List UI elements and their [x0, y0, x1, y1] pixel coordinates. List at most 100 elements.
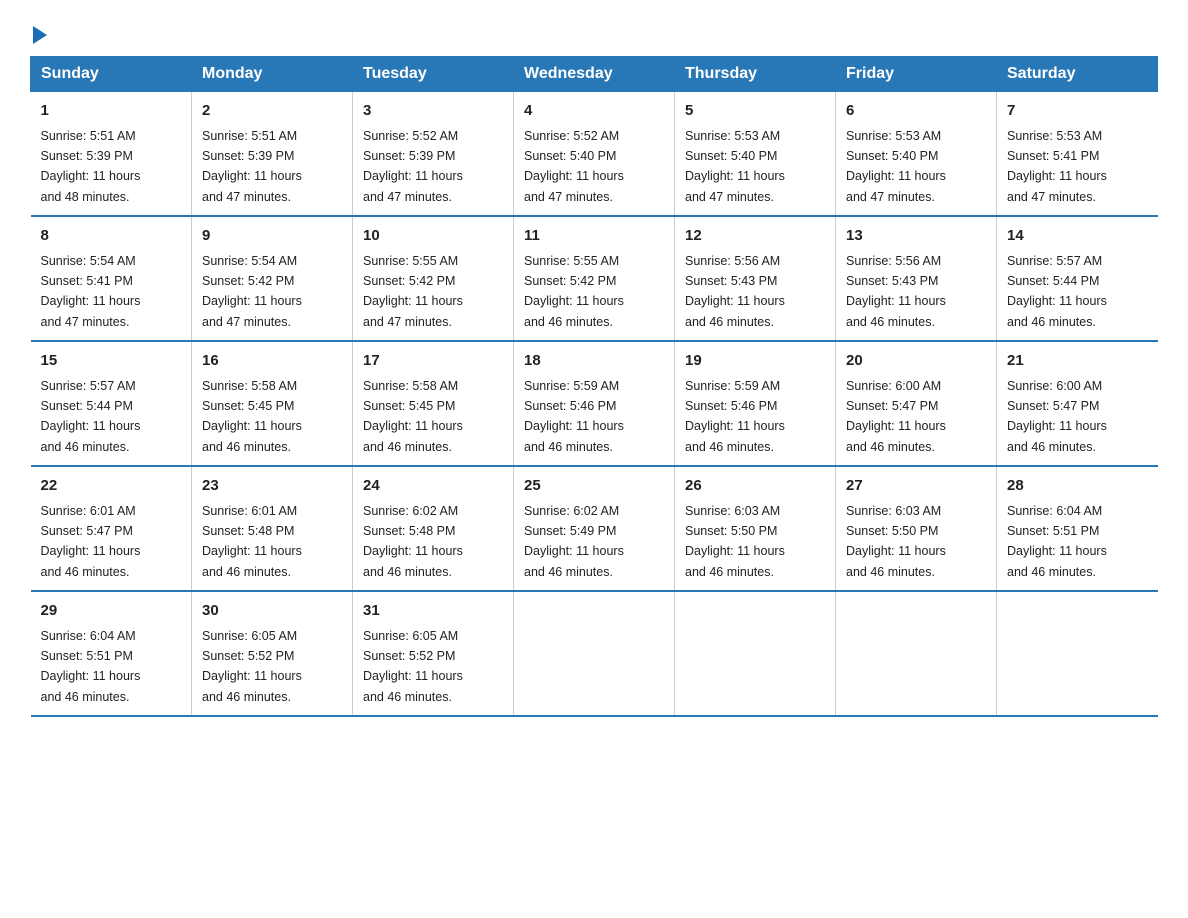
- calendar-cell: 16Sunrise: 5:58 AMSunset: 5:45 PMDayligh…: [192, 341, 353, 466]
- calendar-cell: 5Sunrise: 5:53 AMSunset: 5:40 PMDaylight…: [675, 92, 836, 217]
- daylight-cont-text: and 46 minutes.: [202, 440, 291, 454]
- sunrise-text: Sunrise: 6:01 AM: [41, 504, 136, 518]
- sunrise-text: Sunrise: 6:00 AM: [846, 379, 941, 393]
- sunset-text: Sunset: 5:42 PM: [363, 274, 455, 288]
- day-info: Sunrise: 5:59 AMSunset: 5:46 PMDaylight:…: [524, 379, 624, 454]
- daylight-cont-text: and 46 minutes.: [363, 565, 452, 579]
- day-number: 12: [685, 225, 825, 248]
- sunrise-text: Sunrise: 5:53 AM: [846, 129, 941, 143]
- day-number: 4: [524, 100, 664, 123]
- daylight-text: Daylight: 11 hours: [1007, 294, 1107, 308]
- daylight-cont-text: and 47 minutes.: [363, 315, 452, 329]
- day-number: 15: [41, 350, 182, 373]
- col-header-sunday: Sunday: [31, 57, 192, 92]
- sunset-text: Sunset: 5:44 PM: [1007, 274, 1099, 288]
- calendar-week-row: 15Sunrise: 5:57 AMSunset: 5:44 PMDayligh…: [31, 341, 1158, 466]
- calendar-cell: 21Sunrise: 6:00 AMSunset: 5:47 PMDayligh…: [997, 341, 1158, 466]
- day-info: Sunrise: 5:54 AMSunset: 5:41 PMDaylight:…: [41, 254, 141, 329]
- day-number: 22: [41, 475, 182, 498]
- sunset-text: Sunset: 5:46 PM: [685, 399, 777, 413]
- daylight-text: Daylight: 11 hours: [363, 419, 463, 433]
- logo: [30, 26, 47, 46]
- day-info: Sunrise: 5:52 AMSunset: 5:40 PMDaylight:…: [524, 129, 624, 204]
- day-number: 8: [41, 225, 182, 248]
- daylight-cont-text: and 46 minutes.: [202, 565, 291, 579]
- sunset-text: Sunset: 5:41 PM: [41, 274, 133, 288]
- calendar-cell: 12 Sunrise: 5:56 AMSunset: 5:43 PMDayligh…: [675, 216, 836, 341]
- calendar-cell: 30Sunrise: 6:05 AMSunset: 5:52 PMDayligh…: [192, 591, 353, 716]
- day-info: Sunrise: 6:02 AMSunset: 5:48 PMDaylight:…: [363, 504, 463, 579]
- day-info: Sunrise: 6:04 AMSunset: 5:51 PMDaylight:…: [1007, 504, 1107, 579]
- sunset-text: Sunset: 5:47 PM: [1007, 399, 1099, 413]
- daylight-text: Daylight: 11 hours: [41, 669, 141, 683]
- daylight-text: Daylight: 11 hours: [685, 419, 785, 433]
- daylight-cont-text: and 46 minutes.: [41, 440, 130, 454]
- sunrise-text: Sunrise: 5:55 AM: [363, 254, 458, 268]
- day-number: 26: [685, 475, 825, 498]
- page-header: [30, 20, 1158, 46]
- sunrise-text: Sunrise: 6:02 AM: [363, 504, 458, 518]
- daylight-cont-text: and 47 minutes.: [1007, 190, 1096, 204]
- daylight-text: Daylight: 11 hours: [202, 169, 302, 183]
- day-number: 10: [363, 225, 503, 248]
- calendar-cell: 26Sunrise: 6:03 AMSunset: 5:50 PMDayligh…: [675, 466, 836, 591]
- daylight-cont-text: and 47 minutes.: [685, 190, 774, 204]
- day-info: Sunrise: 5:53 AMSunset: 5:40 PMDaylight:…: [685, 129, 785, 204]
- calendar-cell: 28 Sunrise: 6:04 AMSunset: 5:51 PMDayligh…: [997, 466, 1158, 591]
- sunrise-text: Sunrise: 6:00 AM: [1007, 379, 1102, 393]
- calendar-week-row: 1Sunrise: 5:51 AMSunset: 5:39 PMDaylight…: [31, 92, 1158, 217]
- daylight-text: Daylight: 11 hours: [524, 294, 624, 308]
- day-number: 27: [846, 475, 986, 498]
- daylight-cont-text: and 46 minutes.: [41, 690, 130, 704]
- daylight-text: Daylight: 11 hours: [202, 294, 302, 308]
- daylight-text: Daylight: 11 hours: [202, 544, 302, 558]
- day-info: Sunrise: 5:56 AMSunset: 5:43 PMDaylight:…: [846, 254, 946, 329]
- sunset-text: Sunset: 5:41 PM: [1007, 149, 1099, 163]
- calendar-cell: 14Sunrise: 5:57 AMSunset: 5:44 PMDayligh…: [997, 216, 1158, 341]
- sunrise-text: Sunrise: 5:54 AM: [41, 254, 136, 268]
- calendar-cell: 4 Sunrise: 5:52 AMSunset: 5:40 PMDaylight…: [514, 92, 675, 217]
- sunset-text: Sunset: 5:46 PM: [524, 399, 616, 413]
- day-number: 28: [1007, 475, 1148, 498]
- calendar-cell: 8Sunrise: 5:54 AMSunset: 5:41 PMDaylight…: [31, 216, 192, 341]
- day-info: Sunrise: 5:56 AMSunset: 5:43 PMDaylight:…: [685, 254, 785, 329]
- sunset-text: Sunset: 5:47 PM: [846, 399, 938, 413]
- daylight-cont-text: and 46 minutes.: [41, 565, 130, 579]
- daylight-text: Daylight: 11 hours: [41, 419, 141, 433]
- calendar-week-row: 29 Sunrise: 6:04 AMSunset: 5:51 PMDayligh…: [31, 591, 1158, 716]
- sunrise-text: Sunrise: 5:56 AM: [685, 254, 780, 268]
- day-info: Sunrise: 5:58 AMSunset: 5:45 PMDaylight:…: [202, 379, 302, 454]
- daylight-cont-text: and 46 minutes.: [846, 315, 935, 329]
- daylight-text: Daylight: 11 hours: [202, 669, 302, 683]
- daylight-cont-text: and 46 minutes.: [685, 565, 774, 579]
- logo-triangle-icon: [33, 26, 47, 44]
- day-info: Sunrise: 5:53 AMSunset: 5:40 PMDaylight:…: [846, 129, 946, 204]
- sunset-text: Sunset: 5:45 PM: [363, 399, 455, 413]
- daylight-text: Daylight: 11 hours: [685, 169, 785, 183]
- day-number: 18: [524, 350, 664, 373]
- sunrise-text: Sunrise: 6:04 AM: [1007, 504, 1102, 518]
- calendar-cell: 9Sunrise: 5:54 AMSunset: 5:42 PMDaylight…: [192, 216, 353, 341]
- day-info: Sunrise: 6:05 AMSunset: 5:52 PMDaylight:…: [363, 629, 463, 704]
- daylight-cont-text: and 46 minutes.: [363, 690, 452, 704]
- daylight-cont-text: and 48 minutes.: [41, 190, 130, 204]
- calendar-cell: 31Sunrise: 6:05 AMSunset: 5:52 PMDayligh…: [353, 591, 514, 716]
- calendar-cell: 3Sunrise: 5:52 AMSunset: 5:39 PMDaylight…: [353, 92, 514, 217]
- day-number: 29: [41, 600, 182, 623]
- calendar-cell: 11Sunrise: 5:55 AMSunset: 5:42 PMDayligh…: [514, 216, 675, 341]
- calendar-cell: 15Sunrise: 5:57 AMSunset: 5:44 PMDayligh…: [31, 341, 192, 466]
- daylight-cont-text: and 46 minutes.: [1007, 315, 1096, 329]
- day-info: Sunrise: 6:04 AMSunset: 5:51 PMDaylight:…: [41, 629, 141, 704]
- day-number: 14: [1007, 225, 1148, 248]
- col-header-tuesday: Tuesday: [353, 57, 514, 92]
- logo-block: [30, 26, 47, 46]
- calendar-cell: 29 Sunrise: 6:04 AMSunset: 5:51 PMDayligh…: [31, 591, 192, 716]
- day-number: 2: [202, 100, 342, 123]
- sunset-text: Sunset: 5:45 PM: [202, 399, 294, 413]
- daylight-cont-text: and 46 minutes.: [524, 440, 613, 454]
- calendar-cell: [997, 591, 1158, 716]
- sunrise-text: Sunrise: 5:55 AM: [524, 254, 619, 268]
- day-info: Sunrise: 6:00 AMSunset: 5:47 PMDaylight:…: [846, 379, 946, 454]
- col-header-monday: Monday: [192, 57, 353, 92]
- day-info: Sunrise: 5:55 AMSunset: 5:42 PMDaylight:…: [363, 254, 463, 329]
